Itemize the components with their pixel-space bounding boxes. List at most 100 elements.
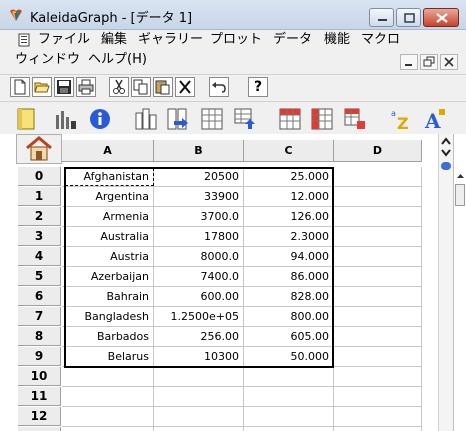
data-cell[interactable] [244, 387, 334, 407]
data-cell[interactable] [154, 367, 244, 387]
info-icon[interactable] [88, 107, 112, 131]
data-cell[interactable]: 7400.0 [154, 267, 244, 287]
data-cell[interactable] [334, 367, 422, 387]
notepad-icon[interactable] [14, 107, 38, 131]
document-menu-icon[interactable] [18, 33, 32, 47]
data-cell[interactable] [154, 407, 244, 427]
data-cell[interactable]: 256.00 [154, 327, 244, 347]
mdi-minimize-button[interactable] [400, 54, 418, 70]
menu-plot[interactable]: プロット [210, 31, 262, 49]
grid-red2-icon[interactable] [310, 107, 334, 131]
row-header[interactable]: 3 [18, 227, 61, 246]
statistics-icon[interactable] [54, 107, 78, 131]
data-cell[interactable]: Belarus [62, 347, 154, 367]
menu-help[interactable]: ヘルプ(H) [88, 51, 147, 69]
grid-arrow-icon[interactable] [343, 107, 367, 131]
open-button[interactable] [32, 77, 52, 97]
scroll-up-down-icon[interactable] [440, 136, 452, 158]
data-cell[interactable] [334, 227, 422, 247]
row-header[interactable]: 7 [18, 307, 61, 326]
data-cell[interactable]: Austria [62, 247, 154, 267]
paste-button[interactable] [153, 77, 173, 97]
data-cell[interactable]: 126.00 [244, 207, 334, 227]
data-cell[interactable] [334, 387, 422, 407]
copy-button[interactable] [131, 77, 151, 97]
grid-red-icon[interactable] [278, 107, 302, 131]
data-cell[interactable]: 3700.0 [154, 207, 244, 227]
window-scrollbar[interactable] [453, 134, 466, 431]
delete-column-icon[interactable] [200, 107, 224, 131]
data-cell[interactable]: 25.000 [244, 167, 334, 187]
data-cell[interactable]: 605.00 [244, 327, 334, 347]
column-header-a[interactable]: A [62, 140, 154, 162]
data-cell[interactable] [334, 327, 422, 347]
row-header[interactable]: 10 [18, 367, 61, 386]
minimize-button[interactable] [369, 8, 394, 27]
help-button[interactable]: ? [248, 77, 268, 97]
data-cell[interactable]: Argentina [62, 187, 154, 207]
row-header[interactable]: 4 [18, 247, 61, 266]
data-cell[interactable] [244, 407, 334, 427]
undo-button[interactable] [209, 77, 229, 97]
data-cell[interactable] [334, 267, 422, 287]
font-a-icon[interactable]: A [424, 107, 448, 131]
row-header[interactable]: 5 [18, 267, 61, 286]
data-cell[interactable]: Afghanistan [62, 167, 154, 187]
close-button[interactable] [423, 8, 459, 27]
data-cell[interactable] [154, 387, 244, 407]
menu-data[interactable]: データ [273, 31, 312, 49]
insert-column-icon[interactable] [166, 107, 190, 131]
data-cell[interactable]: 2.3000 [244, 227, 334, 247]
sort-az-icon[interactable]: a Z [390, 107, 414, 131]
data-cell[interactable]: 86.000 [244, 267, 334, 287]
row-header[interactable]: 8 [18, 327, 61, 346]
row-header[interactable]: 2 [18, 207, 61, 226]
menu-file[interactable]: ファイル [38, 31, 90, 49]
column-header-b[interactable]: B [154, 140, 244, 162]
print-button[interactable] [76, 77, 96, 97]
data-cell[interactable]: Armenia [62, 207, 154, 227]
data-cell[interactable]: Australia [62, 227, 154, 247]
sheet-scrollbar[interactable] [438, 134, 453, 431]
data-cell[interactable]: 17800 [154, 227, 244, 247]
data-cell[interactable]: Azerbaijan [62, 267, 154, 287]
data-cell[interactable] [62, 407, 154, 427]
data-cell[interactable]: 12.000 [244, 187, 334, 207]
data-cell[interactable]: 800.00 [244, 307, 334, 327]
column-header-d[interactable]: D [334, 140, 422, 162]
data-cell[interactable]: Barbados [62, 327, 154, 347]
menu-gallery[interactable]: ギャラリー [138, 31, 203, 49]
data-cell[interactable] [334, 207, 422, 227]
data-cell[interactable] [244, 367, 334, 387]
row-header[interactable]: 11 [18, 387, 61, 406]
data-cell[interactable]: Bangladesh [62, 307, 154, 327]
data-cell[interactable] [62, 427, 154, 431]
data-cell[interactable] [334, 307, 422, 327]
data-cell[interactable] [62, 367, 154, 387]
row-header[interactable]: 1 [18, 187, 61, 206]
mdi-restore-button[interactable] [420, 54, 438, 70]
data-cell[interactable] [334, 347, 422, 367]
row-header[interactable]: 13 [18, 427, 61, 431]
data-cell[interactable] [154, 427, 244, 431]
data-cell[interactable]: 600.00 [154, 287, 244, 307]
row-header[interactable]: 12 [18, 407, 61, 426]
data-cell[interactable]: 33900 [154, 187, 244, 207]
scroll-indicator[interactable] [441, 162, 451, 170]
mdi-close-button[interactable] [440, 54, 458, 70]
menu-macros[interactable]: マクロ [361, 31, 400, 49]
data-cell[interactable]: Bahrain [62, 287, 154, 307]
data-cell[interactable] [244, 427, 334, 431]
row-header[interactable]: 9 [18, 347, 61, 366]
data-cell[interactable]: 94.000 [244, 247, 334, 267]
menu-window[interactable]: ウィンドウ [15, 51, 80, 69]
data-cell[interactable]: 8000.0 [154, 247, 244, 267]
save-button[interactable] [54, 77, 74, 97]
data-cell[interactable] [334, 167, 422, 187]
column-plot-icon[interactable] [134, 107, 158, 131]
maximize-button[interactable] [396, 8, 421, 27]
cut-button[interactable] [109, 77, 129, 97]
delete-button[interactable] [175, 77, 195, 97]
home-corner-button[interactable] [16, 134, 62, 164]
move-row-icon[interactable] [233, 107, 257, 131]
